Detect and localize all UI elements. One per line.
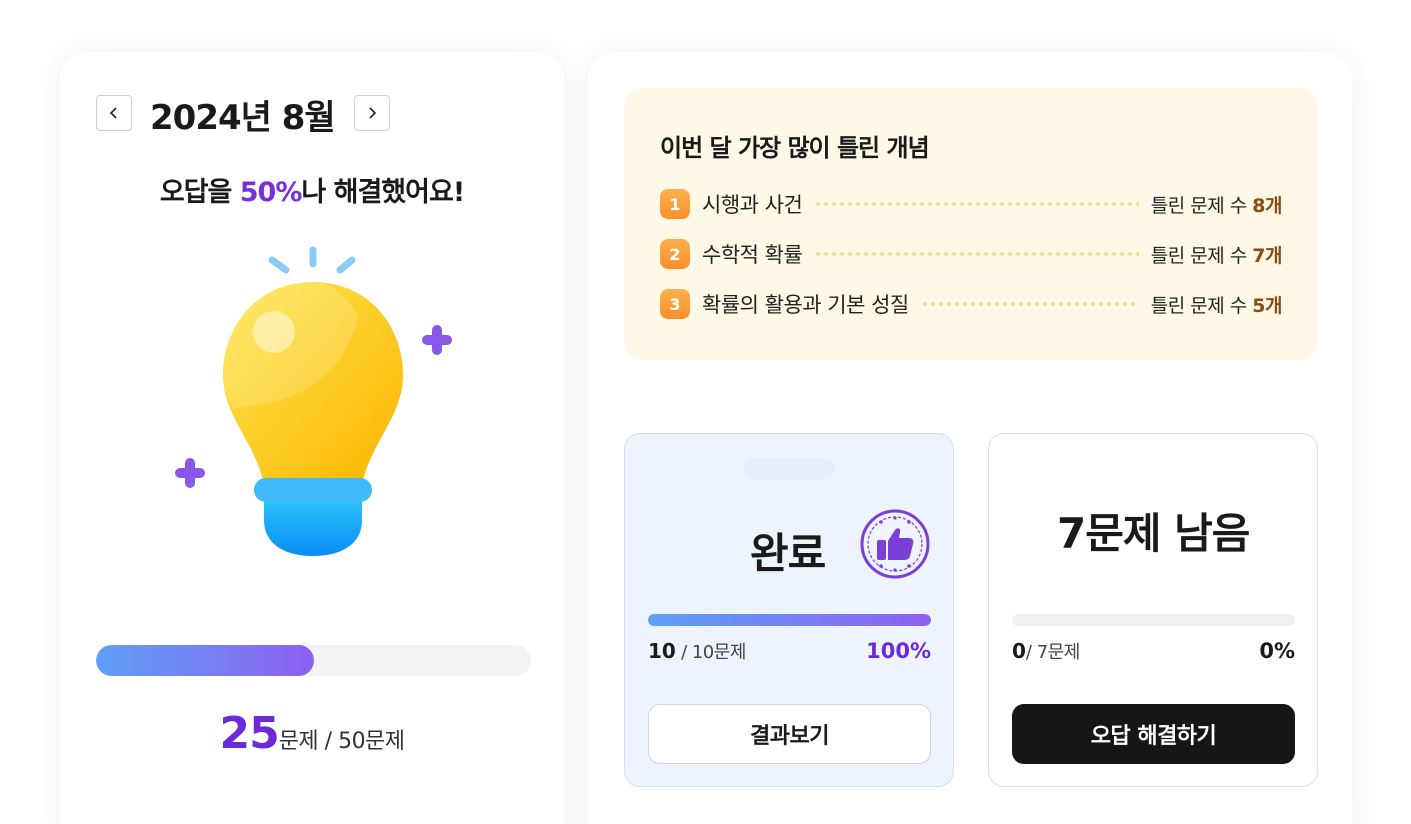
overall-solved-count: 25문제 / 50문제: [60, 708, 564, 759]
concept-row: 1 시행과 사건 틀린 문제 수 8개: [660, 189, 1282, 219]
remaining-title: 7문제 남음: [1057, 509, 1250, 558]
concept-row: 3 확률의 활용과 기본 성질 틀린 문제 수 5개: [660, 289, 1282, 319]
prev-month-button[interactable]: [96, 95, 132, 131]
next-month-button[interactable]: [354, 95, 390, 131]
headline-suffix: 나 해결했어요!: [301, 177, 465, 208]
headline-percent: 50%: [239, 177, 303, 208]
completed-status-card: 완료 10 / 10문제 100% 결과보기: [624, 433, 954, 787]
top-wrong-concepts-box: 이번 달 가장 많이 틀린 개념 1 시행과 사건 틀린 문제 수 8개 2 수…: [624, 88, 1318, 360]
wrong-count: 틀린 문제 수 5개: [1150, 294, 1283, 317]
view-results-button[interactable]: 결과보기: [648, 704, 931, 764]
remaining-percent: 0%: [1259, 639, 1295, 663]
dotted-leader: [814, 202, 1139, 206]
chevron-left-icon: [109, 107, 117, 119]
remaining-count: 0: [1012, 639, 1026, 663]
overall-progress-bar: [96, 645, 531, 676]
solved-suffix: 문제 / 50문제: [278, 729, 405, 754]
concepts-title: 이번 달 가장 많이 틀린 개념: [660, 134, 930, 162]
completed-count: 10: [648, 639, 676, 663]
completed-progress-bar: [648, 614, 931, 626]
card-tag-placeholder: [743, 458, 835, 480]
dotted-leader: [920, 302, 1139, 306]
dotted-leader: [814, 252, 1139, 256]
concept-name: 시행과 사건: [702, 193, 803, 217]
overall-progress-fill: [96, 645, 314, 676]
concept-name: 수학적 확률: [702, 243, 803, 267]
completed-percent: 100%: [866, 639, 931, 663]
concept-row: 2 수학적 확률 틀린 문제 수 7개: [660, 239, 1282, 269]
completed-title: 완료: [750, 529, 826, 578]
wrong-count: 틀린 문제 수 7개: [1150, 244, 1283, 267]
remaining-progress-bar: [1012, 614, 1295, 626]
lightbulb-icon: [175, 246, 452, 556]
chevron-right-icon: [369, 107, 377, 119]
solved-number: 25: [219, 708, 279, 759]
remaining-status-card: 7문제 남음 0/ 7문제 0% 오답 해결하기: [988, 433, 1318, 787]
concept-name: 확률의 활용과 기본 성질: [702, 293, 909, 317]
thumbs-up-stamp-icon: [860, 509, 930, 579]
month-title: 2024년 8월: [150, 98, 336, 138]
resolution-headline: 오답을 50%나 해결했어요!: [60, 170, 564, 209]
wrong-count: 틀린 문제 수 8개: [1150, 194, 1283, 217]
completed-count-line: 10 / 10문제 100%: [648, 638, 931, 664]
remaining-count-suffix: / 7문제: [1025, 642, 1080, 663]
completed-count-suffix: / 10문제: [675, 642, 746, 663]
solve-wrong-answers-button[interactable]: 오답 해결하기: [1012, 704, 1295, 764]
headline-prefix: 오답을: [159, 177, 240, 208]
rank-badge: 2: [660, 239, 690, 269]
rank-badge: 1: [660, 189, 690, 219]
completed-progress-fill: [648, 614, 931, 626]
remaining-count-line: 0/ 7문제 0%: [1012, 638, 1295, 664]
rank-badge: 3: [660, 289, 690, 319]
